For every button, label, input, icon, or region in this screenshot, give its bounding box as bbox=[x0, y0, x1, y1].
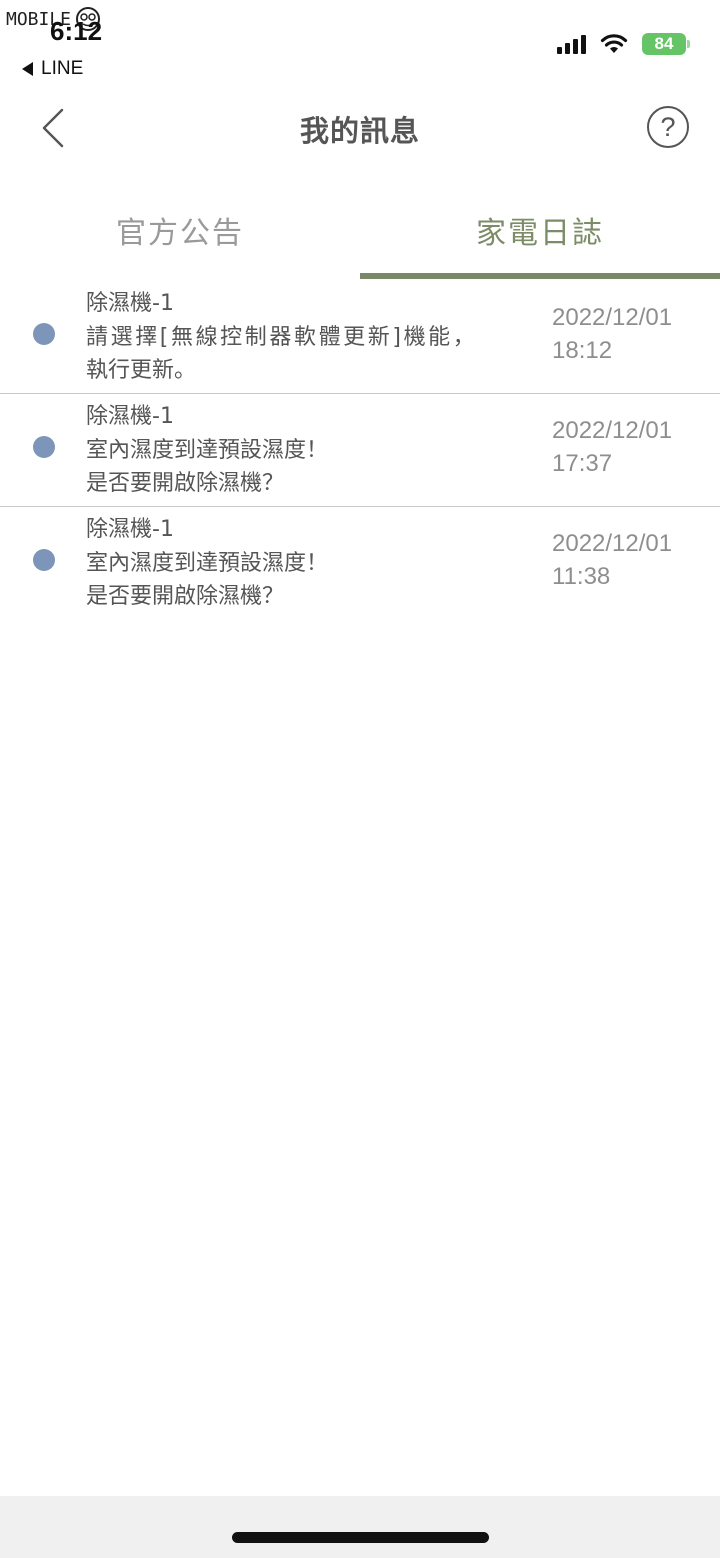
message-timestamp: 2022/12/01 11:38 bbox=[552, 527, 672, 593]
back-app-label: LINE bbox=[41, 58, 84, 79]
message-line: 室內濕度到達預設濕度！ bbox=[86, 437, 329, 463]
message-line: 是否要開啟除濕機？ bbox=[86, 584, 285, 609]
back-triangle-icon bbox=[22, 62, 33, 76]
home-indicator[interactable] bbox=[232, 1532, 489, 1543]
tab-label: 家電日誌 bbox=[476, 215, 604, 251]
message-time: 18:12 bbox=[552, 337, 613, 364]
active-tab-underline bbox=[360, 273, 720, 279]
message-date: 2022/12/01 bbox=[552, 530, 673, 557]
message-timestamp: 2022/12/01 18:12 bbox=[552, 301, 672, 367]
message-text: 除濕機-1 室內濕度到達預設濕度！ 是否要開啟除濕機？ bbox=[86, 400, 536, 501]
message-device: 除濕機-1 bbox=[86, 517, 174, 542]
page-title: 我的訊息 bbox=[299, 114, 420, 148]
tab-official-announcements[interactable]: 官方公告 bbox=[0, 180, 360, 279]
cellular-signal-icon bbox=[557, 34, 586, 54]
message-row[interactable]: 除濕機-1 室內濕度到達預設濕度！ 是否要開啟除濕機？ 2022/12/01 1… bbox=[0, 507, 720, 620]
battery-level: 84 bbox=[654, 34, 674, 53]
message-time: 11:38 bbox=[552, 563, 611, 590]
message-date: 2022/12/01 bbox=[552, 417, 673, 444]
message-device: 除濕機-1 bbox=[86, 291, 174, 316]
message-device: 除濕機-1 bbox=[86, 404, 174, 429]
back-to-line-link[interactable]: LINE bbox=[22, 58, 83, 80]
message-text: 除濕機-1 請選擇[無線控制器軟體更新]機能， 執行更新。 bbox=[86, 287, 536, 388]
message-timestamp: 2022/12/01 17:37 bbox=[552, 414, 672, 480]
status-time: 6:12 bbox=[50, 16, 103, 46]
question-mark-icon: ? bbox=[660, 111, 676, 142]
message-line: 請選擇[無線控制器軟體更新]機能， bbox=[86, 324, 478, 350]
bottom-bar bbox=[0, 1496, 720, 1558]
status-indicators: 84 bbox=[557, 33, 690, 55]
unread-dot-icon bbox=[33, 549, 55, 571]
tab-appliance-log[interactable]: 家電日誌 bbox=[360, 180, 720, 279]
wifi-icon bbox=[600, 34, 628, 53]
help-button[interactable]: ? bbox=[647, 106, 689, 148]
message-time: 17:37 bbox=[552, 450, 613, 477]
battery-charging-icon: 84 bbox=[642, 33, 690, 55]
unread-dot-icon bbox=[33, 323, 55, 345]
message-line: 執行更新。 bbox=[86, 358, 197, 383]
message-row[interactable]: 除濕機-1 室內濕度到達預設濕度！ 是否要開啟除濕機？ 2022/12/01 1… bbox=[0, 394, 720, 507]
message-text: 除濕機-1 室內濕度到達預設濕度！ 是否要開啟除濕機？ bbox=[86, 513, 536, 614]
tab-bar: 官方公告 家電日誌 bbox=[0, 180, 720, 279]
message-row[interactable]: 除濕機-1 請選擇[無線控制器軟體更新]機能， 執行更新。 2022/12/01… bbox=[0, 281, 720, 394]
message-line: 是否要開啟除濕機？ bbox=[86, 471, 285, 496]
tab-label: 官方公告 bbox=[116, 215, 244, 251]
page: MOBILE 6:12 LINE 84 我的訊息 ? 官方公告 家電日誌 除濕機… bbox=[0, 0, 720, 1558]
message-date: 2022/12/01 bbox=[552, 304, 673, 331]
message-list: 除濕機-1 請選擇[無線控制器軟體更新]機能， 執行更新。 2022/12/01… bbox=[0, 281, 720, 620]
message-line: 室內濕度到達預設濕度！ bbox=[86, 550, 329, 576]
unread-dot-icon bbox=[33, 436, 55, 458]
